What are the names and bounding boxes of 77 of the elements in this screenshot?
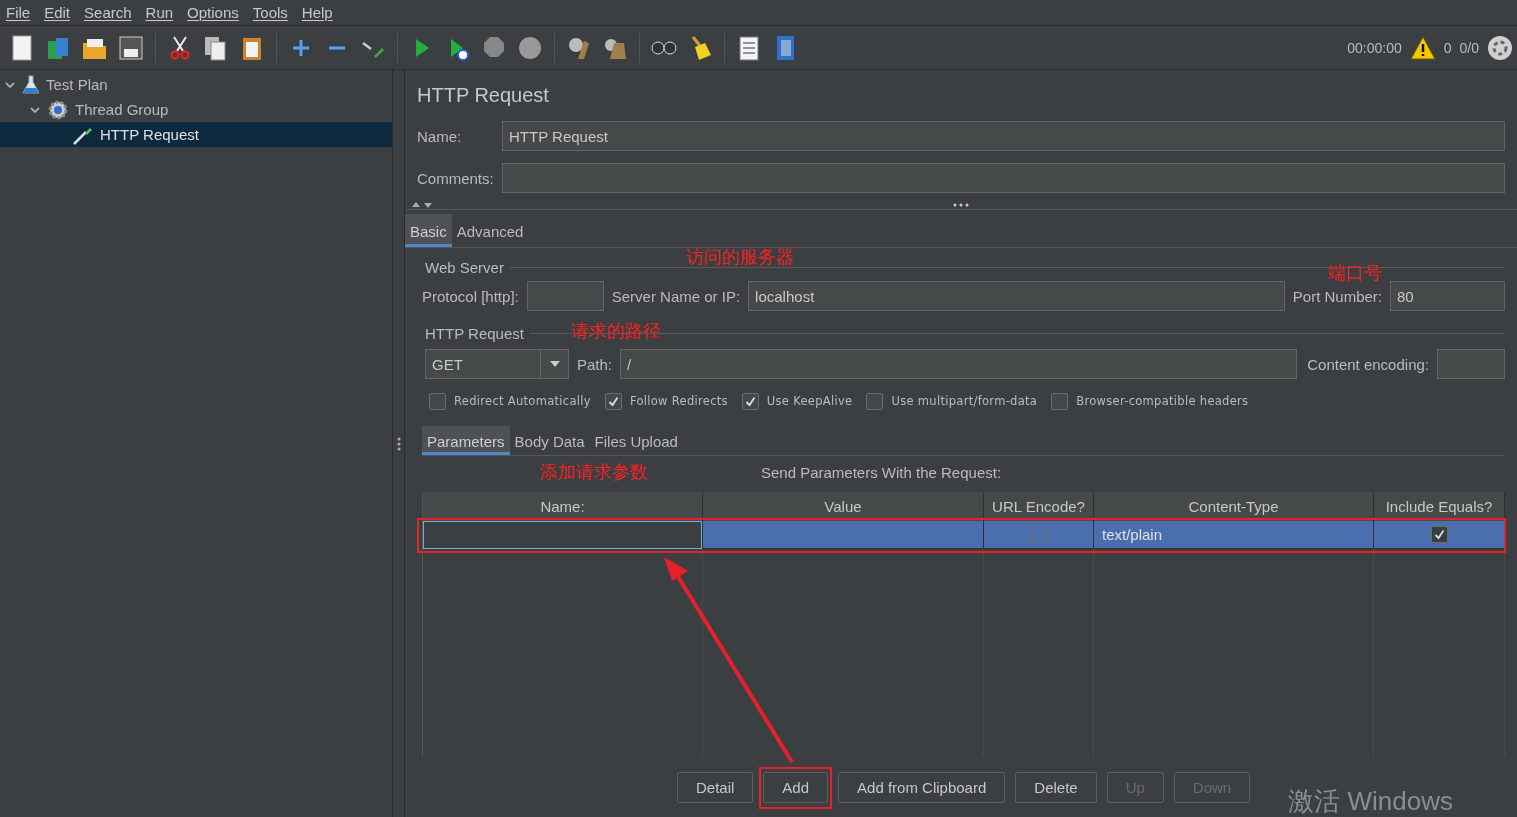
tab[interactable]: Basic [405, 214, 452, 247]
binoculars-icon [651, 40, 677, 55]
column-header[interactable]: Name: [423, 492, 703, 521]
checkbox[interactable] [604, 392, 622, 410]
column-header[interactable]: Value [703, 492, 984, 521]
minus-icon [329, 45, 345, 50]
checkbox[interactable] [741, 392, 759, 410]
checkbox[interactable] [1430, 526, 1448, 543]
action-button[interactable]: Delete [1015, 771, 1097, 803]
thread-count: 0/0 [1459, 39, 1479, 56]
caret-icon [549, 361, 560, 367]
checkbox[interactable] [429, 392, 446, 410]
action-button[interactable]: Add from Clipboard [838, 771, 1006, 803]
name-field[interactable]: HTTP Request [502, 121, 1505, 151]
encoding-field[interactable] [1437, 349, 1505, 379]
server-label: Server Name or IP: [611, 287, 741, 305]
comments-field[interactable] [501, 163, 1505, 193]
checkmark-icon [1433, 529, 1445, 540]
annotation-text: 访问的服务器 [686, 246, 794, 269]
drag-handle-icon[interactable] [396, 436, 401, 451]
section-legend: Web Server [425, 258, 504, 276]
tab[interactable]: Parameters [422, 426, 510, 455]
tree-item[interactable]: Test Plan [0, 72, 392, 97]
column-header[interactable]: URL Encode? [984, 492, 1094, 521]
protocol-field[interactable] [526, 281, 604, 311]
name-cell-input[interactable] [423, 520, 702, 549]
warning-icon[interactable] [1409, 35, 1436, 60]
menu-item[interactable]: Options [185, 4, 247, 21]
table-caption: Send Parameters With the Request: [760, 463, 1002, 481]
checkbox-label: Use KeepAlive [766, 394, 853, 408]
annotation-text: 请求的路径 [571, 320, 661, 343]
action-button[interactable]: Detail [677, 771, 754, 803]
method-dropdown[interactable]: GET [425, 349, 569, 379]
column-header[interactable]: Include Equals? [1374, 492, 1505, 521]
encoding-label: Content encoding: [1307, 355, 1429, 373]
port-field[interactable]: 80 [1390, 281, 1505, 311]
server-field[interactable]: localhost [748, 281, 1285, 311]
table-cell: text/plain [1102, 526, 1163, 543]
checkbox[interactable] [1051, 392, 1069, 410]
checkbox[interactable] [1030, 526, 1047, 543]
path-field[interactable]: / [620, 349, 1298, 379]
column-header[interactable]: Content-Type [1094, 492, 1374, 521]
panel-title: HTTP Request [417, 84, 550, 108]
checkbox-label: Redirect Automatically [454, 394, 591, 408]
menu-item[interactable]: Edit [42, 4, 79, 21]
gear-icon [47, 98, 69, 121]
port-label: Port Number: [1292, 287, 1382, 305]
checkmark-icon [607, 395, 619, 407]
menu-item[interactable]: File [4, 4, 39, 21]
menu-item[interactable]: Help [299, 4, 341, 21]
activation-notice: 激活 Windows [1288, 785, 1453, 817]
warning-count: 0 [1443, 39, 1452, 56]
flask-icon [22, 74, 40, 95]
comments-label: Comments: [417, 169, 494, 187]
checkbox-label: Browser-compatible headers [1076, 394, 1249, 408]
menu-item[interactable]: Run [143, 4, 182, 21]
checkbox-label: Use multipart/form-data [891, 394, 1038, 408]
menu-item[interactable]: Search [82, 4, 140, 21]
tab[interactable]: Advanced [451, 214, 529, 247]
checkmark-icon [744, 395, 756, 407]
tree-item[interactable]: Thread Group [0, 97, 392, 122]
annotation-text: 添加请求参数 [540, 461, 648, 484]
menu-item[interactable]: Tools [250, 4, 296, 21]
section-legend: HTTP Request [425, 324, 524, 342]
drag-handle-icon[interactable] [953, 202, 969, 207]
tab[interactable]: Files Upload [589, 426, 683, 455]
elapsed-time: 00:00:00 [1347, 39, 1402, 56]
annotation-text: 端口号 [1328, 262, 1382, 285]
collapse-arrows-icon[interactable] [411, 200, 433, 209]
tab[interactable]: Body Data [509, 426, 590, 455]
name-label: Name: [417, 127, 463, 145]
path-label: Path: [577, 355, 613, 373]
protocol-label: Protocol [http]: [422, 287, 519, 305]
checkbox-label: Follow Redirects [629, 394, 728, 408]
action-button[interactable]: Add [763, 771, 829, 803]
tree-item[interactable]: HTTP Request [0, 122, 392, 147]
checkbox[interactable] [866, 392, 884, 410]
